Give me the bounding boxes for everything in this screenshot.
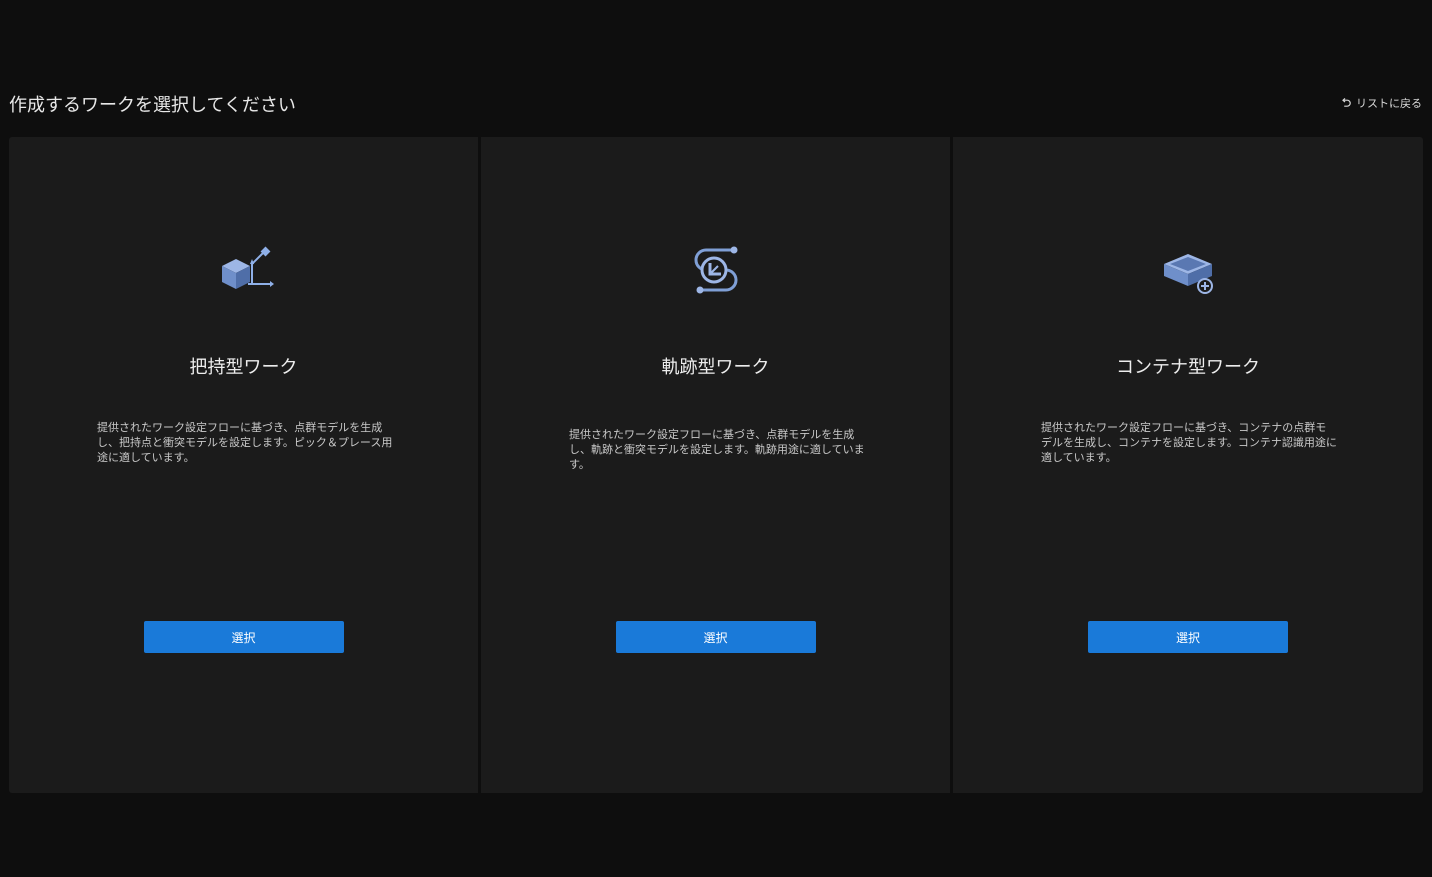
container-work-card: コンテナ型ワーク 提供されたワーク設定フローに基づき、コンテナの点群モデルを生成… bbox=[953, 137, 1423, 793]
work-type-selection-page: 作成するワークを選択してください リストに戻る 把持型ワーク 提供されたワーク設… bbox=[0, 0, 1432, 877]
page-title: 作成するワークを選択してください bbox=[9, 95, 296, 116]
path-trajectory-icon bbox=[686, 240, 746, 300]
card-title: コンテナ型ワーク bbox=[1116, 357, 1260, 378]
cube-with-axes-icon bbox=[214, 240, 274, 300]
select-button[interactable]: 選択 bbox=[615, 621, 816, 653]
card-title: 軌跡型ワーク bbox=[661, 357, 770, 378]
trajectory-work-card: 軌跡型ワーク 提供されたワーク設定フローに基づき、点群モデルを生成し、軌跡と衝突… bbox=[481, 137, 950, 793]
back-to-list-link[interactable]: リストに戻る bbox=[1340, 95, 1422, 111]
back-to-list-label: リストに戻る bbox=[1356, 97, 1422, 110]
grip-work-card: 把持型ワーク 提供されたワーク設定フローに基づき、点群モデルを生成し、把持点と衝… bbox=[9, 137, 478, 793]
card-description: 提供されたワーク設定フローに基づき、点群モデルを生成し、把持点と衝突モデルを設定… bbox=[97, 421, 393, 464]
card-description: 提供されたワーク設定フローに基づき、コンテナの点群モデルを生成し、コンテナを設定… bbox=[1041, 421, 1337, 464]
undo-arrow-icon bbox=[1340, 97, 1352, 109]
select-button[interactable]: 選択 bbox=[143, 621, 344, 653]
card-description: 提供されたワーク設定フローに基づき、点群モデルを生成し、軌跡と衝突モデルを設定し… bbox=[569, 428, 865, 471]
work-type-cards: 把持型ワーク 提供されたワーク設定フローに基づき、点群モデルを生成し、把持点と衝… bbox=[9, 137, 1423, 793]
container-add-icon bbox=[1158, 240, 1218, 300]
select-button[interactable]: 選択 bbox=[1088, 621, 1288, 653]
card-title: 把持型ワーク bbox=[189, 357, 298, 378]
